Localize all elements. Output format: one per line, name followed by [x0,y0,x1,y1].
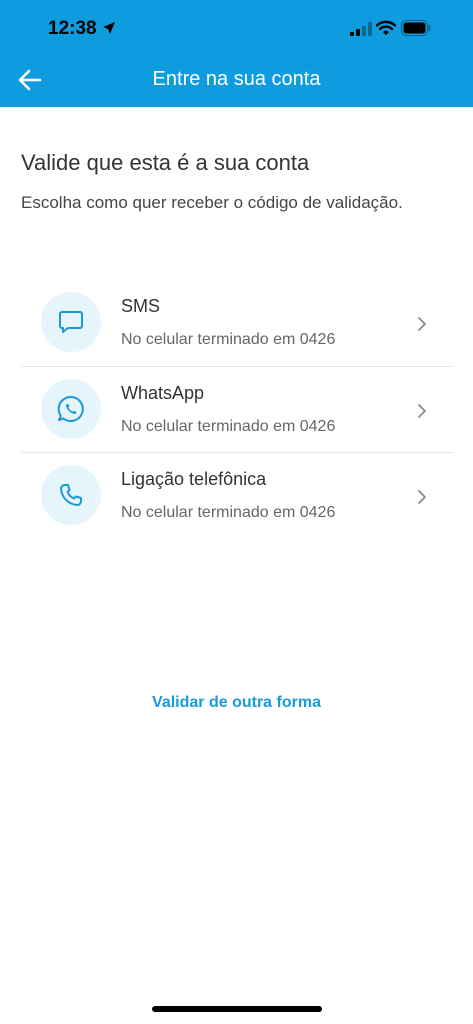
chat-bubble-icon [59,311,83,333]
option-description: No celular terminado em 0426 [121,331,336,348]
icon-circle [41,292,101,352]
icon-circle [41,379,101,439]
cellular-signal-icon [350,22,372,36]
location-arrow-icon [103,22,115,34]
section-subtitle: Escolha como quer receber o código de va… [21,193,403,212]
home-indicator[interactable] [152,1006,322,1012]
chevron-right-icon [418,317,426,331]
page-title: Entre na sua conta [152,68,321,90]
status-time: 12:38 [48,18,97,39]
option-sms[interactable]: SMS No celular terminado em 0426 [21,280,453,366]
chevron-right-icon [418,404,426,418]
section-heading: Valide que esta é a sua conta [21,150,310,175]
icon-circle [41,465,101,525]
option-title: WhatsApp [121,383,205,403]
phone-icon [60,484,82,506]
status-bar: 12:38 [0,0,473,54]
option-description: No celular terminado em 0426 [121,504,336,521]
whatsapp-icon [57,395,84,422]
option-description: No celular terminado em 0426 [121,418,336,435]
option-title: Ligação telefônica [121,469,267,489]
option-whatsapp[interactable]: WhatsApp No celular terminado em 0426 [21,366,453,452]
option-phone-call[interactable]: Ligação telefônica No celular terminado … [21,452,453,538]
battery-icon [401,20,431,36]
chevron-right-icon [418,490,426,504]
validation-options-list: SMS No celular terminado em 0426 WhatsAp… [21,280,453,538]
wifi-icon [376,20,396,35]
navigation-bar: Entre na sua conta [0,54,473,107]
option-title: SMS [121,296,161,316]
header: 12:38 Entre na sua conta [0,0,473,107]
validate-another-way-link[interactable]: Validar de outra forma [0,694,473,712]
